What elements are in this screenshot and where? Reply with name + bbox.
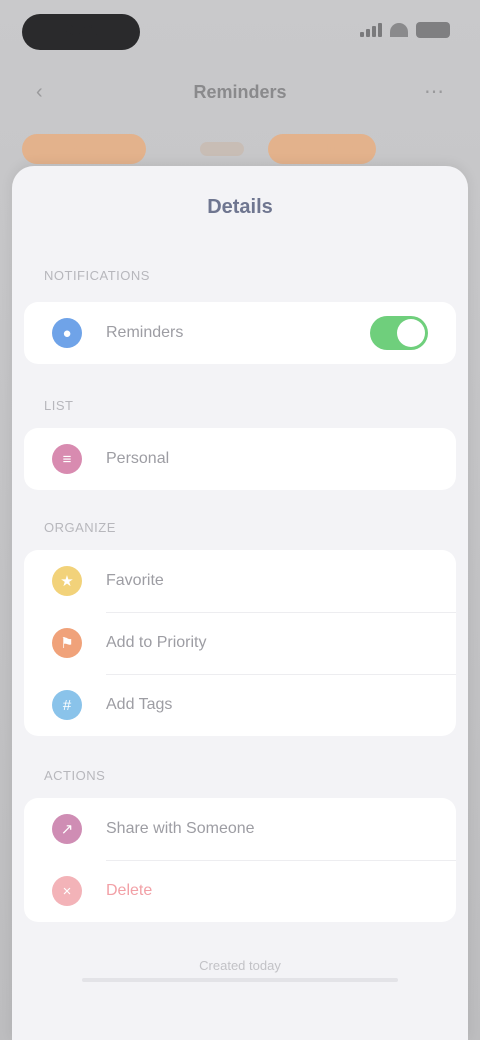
- row-favorite[interactable]: ★ Favorite: [24, 550, 456, 612]
- row-label: Add to Priority: [106, 634, 207, 651]
- bell-icon: ●: [52, 318, 82, 348]
- battery-icon: [416, 22, 450, 38]
- row-delete[interactable]: × Delete: [24, 860, 456, 922]
- card-organize: ★ Favorite ⚑ Add to Priority # Add Tags: [24, 550, 456, 736]
- row-label: Share with Someone: [106, 820, 255, 837]
- section-header-organize: Organize: [44, 520, 116, 535]
- row-add-tags[interactable]: # Add Tags: [24, 674, 456, 736]
- row-label: Favorite: [106, 572, 164, 589]
- trash-icon: ×: [52, 876, 82, 906]
- wifi-icon: [390, 23, 408, 37]
- section-header-list: List: [44, 398, 74, 413]
- details-sheet: Details Notifications ● Reminders List ≡…: [12, 166, 468, 1040]
- status-icons: [360, 22, 450, 38]
- sheet-footer: Created today: [199, 958, 281, 973]
- row-label: Personal: [106, 450, 170, 467]
- row-reminders[interactable]: ● Reminders: [24, 302, 456, 364]
- toggle-knob: [397, 319, 425, 347]
- tab-today[interactable]: Today: [22, 134, 146, 164]
- background-page-title: Reminders: [193, 82, 287, 102]
- tag-icon: #: [52, 690, 82, 720]
- signal-icon: [360, 23, 382, 37]
- section-header-notifications: Notifications: [44, 268, 150, 283]
- row-personal[interactable]: ≡ Personal: [24, 428, 456, 490]
- status-time: 9:41: [22, 14, 140, 50]
- row-label: Reminders: [106, 324, 184, 341]
- tab-scheduled[interactable]: Scheduled: [268, 134, 376, 164]
- row-share[interactable]: ↗ Share with Someone: [24, 798, 456, 860]
- row-label: Delete: [106, 882, 153, 899]
- home-indicator[interactable]: [82, 978, 398, 982]
- background-tabs: Today Scheduled: [0, 126, 480, 170]
- reminders-toggle[interactable]: [370, 316, 428, 350]
- section-header-actions: Actions: [44, 768, 106, 783]
- card-actions: ↗ Share with Someone × Delete: [24, 798, 456, 922]
- phone-screen: 9:41 ‹ Reminders ⋯ Today Scheduled Detai…: [0, 0, 480, 1040]
- flag-icon: ⚑: [52, 628, 82, 658]
- row-label: Add Tags: [106, 696, 173, 713]
- ellipsis-icon[interactable]: ⋯: [424, 82, 444, 102]
- card-notifications: ● Reminders: [24, 302, 456, 364]
- row-add-priority[interactable]: ⚑ Add to Priority: [24, 612, 456, 674]
- background-nav-bar: ‹ Reminders ⋯: [0, 64, 480, 124]
- list-icon: ≡: [52, 444, 82, 474]
- card-list: ≡ Personal: [24, 428, 456, 490]
- share-icon: ↗: [52, 814, 82, 844]
- star-icon: ★: [52, 566, 82, 596]
- status-bar: 9:41: [0, 0, 480, 64]
- tab-middle[interactable]: [200, 142, 244, 156]
- sheet-title: Details: [207, 196, 273, 218]
